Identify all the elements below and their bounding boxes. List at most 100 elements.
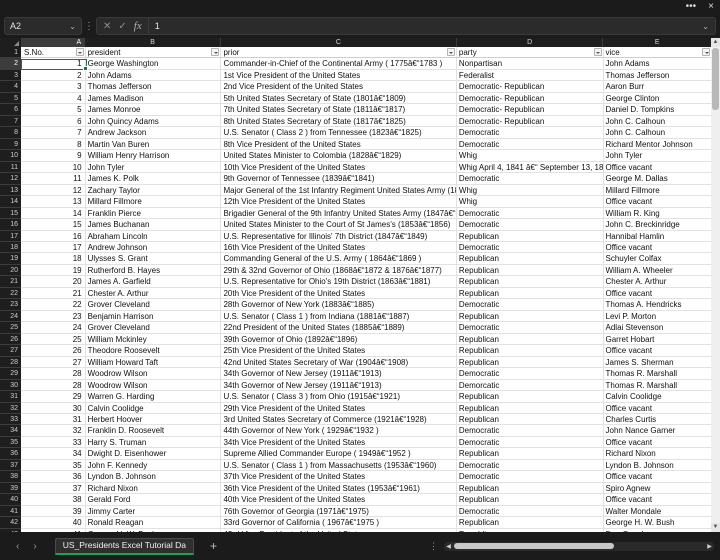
scroll-left-icon[interactable]: ◀ (444, 543, 453, 550)
table-row[interactable]: 3 Thomas Jefferson 2nd Vice President of t… (21, 81, 711, 93)
cell-prior[interactable]: 16th Vice President of the United States (221, 241, 457, 253)
filter-dropdown-icon[interactable] (593, 48, 602, 57)
cell-sno[interactable]: 10 (21, 161, 86, 173)
row-header[interactable]: 42 (0, 517, 21, 529)
cell-sno[interactable]: 31 (21, 414, 86, 425)
row-header[interactable]: 4 (0, 81, 21, 93)
cell-vice[interactable]: George M. Dallas (604, 173, 712, 183)
cell-vice[interactable]: Office vacant (604, 494, 712, 504)
table-row[interactable]: 7 Andrew Jackson U.S. Senator ( Class 2 ) … (21, 127, 711, 139)
cell-president[interactable]: Ronald Reagan (86, 517, 222, 528)
cell-president[interactable]: Woodrow Wilson (86, 368, 222, 379)
cell-sno[interactable]: 6 (21, 115, 86, 127)
cell-president[interactable]: Calvin Coolidge (86, 402, 222, 413)
cell-prior[interactable]: United States Minister to the Court of S… (221, 219, 457, 230)
cell-sno[interactable]: 8 (21, 138, 86, 150)
cell-sno[interactable]: 37 (21, 482, 86, 494)
cell-prior[interactable]: 10th Vice President of the United States (221, 161, 457, 173)
cell-party[interactable]: Republican (457, 448, 604, 459)
table-row[interactable]: 2 John Adams 1st Vice President of the Uni… (21, 69, 711, 82)
cell-vice[interactable]: Richard Nixon (604, 448, 712, 458)
scroll-up-icon[interactable]: ▲ (711, 38, 720, 47)
cell-party[interactable]: Republican (457, 230, 604, 241)
cell-president[interactable]: Grover Cleveland (86, 299, 222, 310)
cell-party[interactable]: Republican (457, 264, 604, 276)
cell-vice[interactable]: Office vacant (604, 288, 712, 298)
cell-sno[interactable]: 39 (21, 505, 86, 517)
table-row[interactable]: 22 Grover Cleveland 28th Governor of New Y… (21, 299, 711, 311)
table-row[interactable]: 23 Benjamin Harrison U.S. Senator ( Class … (21, 310, 711, 323)
cell-party[interactable]: Whig April 4, 1841 â€“ September 13, 184… (457, 161, 604, 173)
row-header[interactable]: 7 (0, 116, 21, 128)
cell-party[interactable]: Nonpartisan (457, 58, 604, 69)
row-header[interactable]: 21 (0, 276, 21, 288)
row-header[interactable]: 33 (0, 414, 21, 426)
cell-vice[interactable]: George H. W. Bush (604, 517, 712, 527)
cell-prior[interactable]: United States Minister to Colombia (1828… (221, 150, 457, 161)
scroll-down-icon[interactable]: ▼ (711, 523, 720, 532)
cell-vice[interactable]: Lyndon B. Johnson (604, 460, 712, 470)
cell-party[interactable]: Republican (457, 494, 604, 505)
cell-president[interactable]: John F. Kennedy (86, 459, 222, 471)
cell-vice[interactable]: Charles Curtis (604, 414, 712, 424)
row-header[interactable]: 3 (0, 70, 21, 82)
cell-vice[interactable]: James S. Sherman (604, 357, 712, 367)
cell-party[interactable]: Democratic (457, 299, 604, 310)
column-header-C[interactable]: C (221, 38, 457, 47)
cell-president[interactable]: Jimmy Carter (86, 505, 222, 517)
cell-prior[interactable]: U.S. Senator ( Class 1 ) from Massachuse… (221, 459, 457, 471)
row-header[interactable]: 27 (0, 345, 21, 357)
cell-president[interactable]: Millard Fillmore (86, 196, 222, 207)
cell-prior[interactable]: 3rd United States Secretary of Commerce … (221, 414, 457, 425)
horizontal-scroll-thumb[interactable] (454, 543, 614, 549)
cell-president[interactable]: James Monroe (86, 104, 222, 115)
cell-party[interactable]: Republican (457, 402, 604, 413)
vertical-scroll-thumb[interactable] (712, 48, 719, 110)
cell-prior[interactable]: U.S. Senator ( Class 3 ) from Ohio (1915… (221, 391, 457, 402)
table-row[interactable]: 12 Zachary Taylor Major General of the 1st… (21, 184, 712, 197)
table-row[interactable]: 21 Chester A. Arthur 20th Vice President o… (21, 287, 712, 300)
cell-vice[interactable]: Hannibal Hamlin (604, 231, 712, 241)
sheet-tab-active[interactable]: US_Presidents Excel Tutorial Da (54, 537, 194, 555)
cell-vice[interactable]: Office vacant (604, 162, 712, 172)
cell-sno[interactable]: 29 (21, 391, 86, 402)
cell-party[interactable]: Democratic (457, 459, 604, 471)
cell-sno[interactable]: 1 (21, 58, 86, 69)
cell-prior[interactable]: 12th Vice President of the United States (221, 196, 457, 207)
cell-prior[interactable]: Commander-in-Chief of the Continental Ar… (221, 58, 457, 69)
cell-president[interactable]: Andrew Johnson (86, 241, 222, 253)
vertical-scrollbar[interactable]: ▲ ▼ (711, 38, 720, 532)
row-header[interactable]: 15 (0, 208, 21, 220)
cell-president[interactable]: Theodore Roosevelt (86, 345, 222, 356)
table-row[interactable]: 5 James Monroe 7th United States Secretary… (21, 104, 712, 116)
cell-vice[interactable]: Daniel D. Tompkins (604, 104, 712, 114)
header-cell-vice[interactable]: vice (604, 47, 712, 57)
cell-vice[interactable]: Office vacant (604, 437, 712, 447)
table-row[interactable]: 26 Theodore Roosevelt 25th Vice President … (21, 345, 711, 357)
row-header[interactable]: 24 (0, 311, 21, 323)
cell-prior[interactable]: Supreme Allied Commander Europe ( 1949â€… (221, 448, 457, 459)
table-row[interactable]: 39 Jimmy Carter 76th Governor of Georgia (… (21, 505, 711, 518)
cell-prior[interactable]: 28th Governor of New York (1883â€“1885) (221, 299, 457, 310)
select-all-corner[interactable] (0, 38, 21, 47)
table-row[interactable]: 34 Dwight D. Eisenhower Supreme Allied Com… (21, 448, 712, 460)
add-sheet-icon[interactable]: + (194, 539, 233, 553)
cell-president[interactable]: John Quincy Adams (86, 115, 222, 127)
cell-president[interactable]: Chester A. Arthur (86, 287, 222, 299)
cell-sno[interactable]: 34 (21, 448, 86, 459)
cell-vice[interactable]: Millard Fillmore (604, 185, 712, 195)
table-row[interactable]: 11 James K. Polk 9th Governor of Tennessee… (21, 173, 712, 185)
cell-party[interactable]: Democratic- Republican (457, 104, 604, 115)
cell-vice[interactable]: John C. Calhoun (604, 116, 712, 126)
cell-vice[interactable]: John Tyler (604, 150, 712, 160)
row-header[interactable]: 40 (0, 494, 21, 506)
cell-president[interactable]: Benjamin Harrison (86, 310, 222, 322)
row-header[interactable]: 39 (0, 483, 21, 495)
cell-party[interactable]: Democratic (457, 436, 604, 448)
cell-prior[interactable]: 2nd Vice President of the United States (221, 81, 457, 92)
cell-sno[interactable]: 16 (21, 230, 86, 241)
table-row[interactable]: 17 Andrew Johnson 16th Vice President of t… (21, 241, 711, 254)
cell-prior[interactable]: 29th & 32nd Governor of Ohio (1868â€“187… (221, 264, 457, 276)
cell-sno[interactable]: 2 (21, 69, 86, 81)
row-header[interactable]: 36 (0, 448, 21, 460)
